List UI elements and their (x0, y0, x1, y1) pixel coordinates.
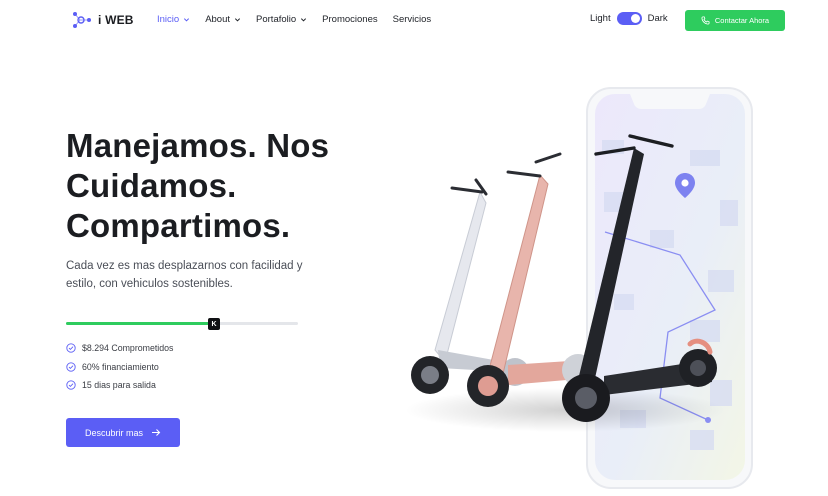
feature-item: $8.294 Comprometidos (66, 339, 173, 358)
nav-item-inicio[interactable]: Inicio (157, 14, 190, 25)
hero-illustration (405, 87, 753, 489)
phone-icon (701, 16, 710, 25)
check-circle-icon (66, 362, 76, 372)
arrow-right-icon (152, 429, 161, 436)
hero-subtitle: Cada vez es mas desplazarnos con facilid… (66, 260, 303, 290)
chevron-down-icon (234, 18, 241, 22)
theme-dark-label: Dark (647, 13, 668, 24)
chevron-down-icon (184, 18, 190, 22)
feature-item: 60% financiamiento (66, 358, 173, 377)
theme-light-label: Light (590, 13, 611, 24)
nav-item-portafolio-label: Portafolio (256, 14, 297, 25)
nav-item-about[interactable]: About (205, 14, 241, 25)
check-circle-icon (66, 343, 76, 353)
nav-item-servicios-label: Servicios (392, 14, 432, 25)
main-menu: Inicio About Portafolio Promociones Serv… (157, 14, 446, 25)
nav-item-portafolio[interactable]: Portafolio (256, 14, 307, 25)
discover-button-label: Descubrir mas (84, 427, 143, 438)
navbar: i WEB Inicio About Portafolio Promocione… (0, 0, 828, 40)
chevron-down-icon (301, 18, 307, 22)
feature-label: 60% financiamiento (82, 361, 159, 372)
network-logo-icon (73, 12, 91, 28)
headline-line-3: Compartimos. (66, 207, 291, 244)
nav-item-promociones-label: Promociones (322, 14, 378, 25)
funding-progress[interactable]: K (66, 318, 298, 330)
brand-name: i WEB (98, 13, 134, 27)
nav-item-about-label: About (205, 14, 231, 25)
hero-headline: Manejamos. Nos Cuidamos. Compartimos. (66, 126, 366, 246)
theme-toggle[interactable] (616, 12, 642, 25)
page: i WEB Inicio About Portafolio Promocione… (0, 0, 828, 496)
nav-item-inicio-label: Inicio (157, 14, 180, 25)
feature-item: 15 dias para salida (66, 376, 173, 395)
progress-marker[interactable]: K (208, 318, 220, 330)
headline-line-2: Cuidamos. (66, 167, 237, 204)
contact-button-label: Contactar Ahora (714, 16, 770, 25)
feature-label: $8.294 Comprometidos (82, 343, 174, 354)
feature-label: 15 dias para salida (82, 380, 156, 391)
check-circle-icon (66, 380, 76, 390)
discover-button[interactable]: Descubrir mas (66, 418, 180, 447)
headline-line-1: Manejamos. Nos (66, 127, 330, 164)
logo[interactable]: i WEB (72, 11, 134, 29)
nav-item-servicios[interactable]: Servicios (393, 14, 432, 25)
contact-button[interactable]: Contactar Ahora (685, 10, 785, 31)
toggle-knob (630, 14, 640, 23)
progress-fill (66, 322, 214, 325)
feature-list: $8.294 Comprometidos 60% financiamiento … (66, 339, 173, 395)
nav-item-promociones[interactable]: Promociones (322, 14, 377, 25)
theme-switcher: Light Dark (590, 12, 668, 25)
